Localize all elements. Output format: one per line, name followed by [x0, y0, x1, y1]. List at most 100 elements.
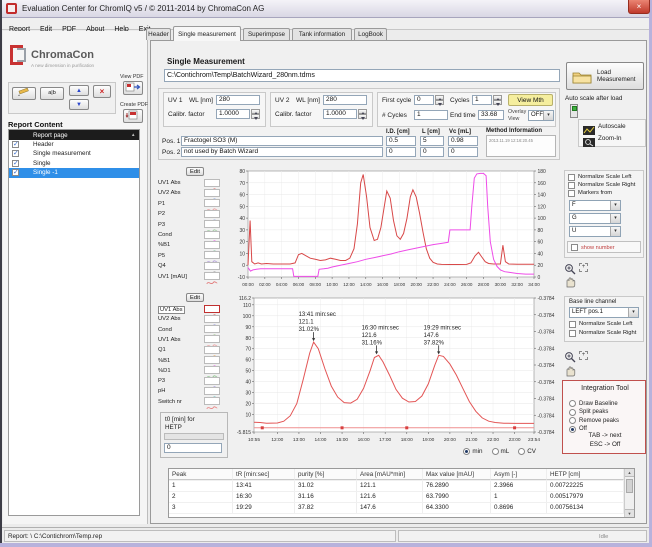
legend-curve-thumb[interactable] — [204, 387, 220, 395]
t0-slider[interactable] — [164, 433, 224, 440]
integration-option-draw-baseline[interactable]: Draw Baseline — [569, 395, 618, 403]
legend-label[interactable]: P1 — [158, 201, 165, 207]
report-row[interactable]: Header — [9, 140, 139, 149]
autoscale-button[interactable]: Autoscale — [583, 122, 643, 132]
legend-label[interactable]: UV1 [mAU] — [158, 274, 187, 280]
pos1-l-input[interactable]: 5 — [420, 136, 444, 146]
chart2-zoom-tool[interactable]: + — [564, 350, 594, 362]
uv2-cal-spinner[interactable] — [358, 109, 367, 119]
normalize-left-checkbox-1[interactable] — [568, 174, 575, 181]
view-pdf-button[interactable] — [123, 81, 143, 95]
markers-from-checkbox[interactable] — [568, 190, 575, 197]
legend-label[interactable]: %B1 — [158, 358, 170, 364]
legend-label[interactable]: pH — [158, 388, 165, 394]
tab-superimpose[interactable]: Superimpose — [243, 28, 290, 40]
pos1-vc-input[interactable]: 0.98 — [448, 136, 478, 146]
uv2-wl-input[interactable]: 280 — [323, 95, 367, 105]
move-up-button[interactable]: ▲ — [69, 85, 89, 96]
legend-curve-thumb[interactable] — [204, 241, 220, 249]
table-header-cell[interactable]: Area [mAU*min] — [357, 469, 423, 480]
table-row[interactable]: 216:3031.16121.663.799010.00517979 — [169, 492, 624, 503]
show-number-checkbox[interactable] — [571, 244, 578, 251]
pos2-l-input[interactable]: 0 — [420, 147, 444, 157]
legend-curve-thumb[interactable] — [204, 262, 220, 270]
scroll-up-icon[interactable]: ▲ — [625, 469, 634, 477]
chart1-edit-button[interactable]: Edit — [186, 167, 204, 176]
integration-option-remove-peaks[interactable]: Remove peaks — [569, 412, 619, 420]
table-header-cell[interactable]: Peak — [169, 469, 233, 480]
legend-curve-thumb[interactable] — [204, 305, 220, 313]
normalize-right-checkbox-1[interactable] — [568, 182, 575, 189]
legend-curve-thumb[interactable] — [204, 189, 220, 197]
legend-label[interactable]: Cond — [158, 327, 172, 333]
legend-curve-thumb[interactable] — [204, 366, 220, 374]
legend-curve-thumb[interactable] — [204, 356, 220, 364]
rename-report-item-button[interactable]: a|b — [40, 87, 64, 100]
report-row[interactable]: Single — [9, 159, 139, 168]
legend-label[interactable]: Cond — [158, 232, 172, 238]
tab-logbook[interactable]: LogBook — [354, 28, 387, 40]
integration-option-split-peaks[interactable]: Split peaks — [569, 404, 608, 412]
cycles-input[interactable]: 1 — [472, 95, 492, 105]
marker-channel-dropdown[interactable]: U▾ — [569, 226, 621, 237]
table-row[interactable]: 319:2937.82147.664.33000.86960.00756134 — [169, 503, 624, 514]
auto-scale-toggle[interactable] — [570, 104, 578, 118]
overlay-dropdown[interactable]: OFF▾ — [528, 110, 554, 121]
edit-report-item-button[interactable] — [12, 87, 36, 100]
view-mth-button[interactable]: View Mth — [508, 94, 553, 106]
legend-curve-thumb[interactable] — [204, 179, 220, 187]
scroll-down-icon[interactable]: ▼ — [625, 509, 634, 517]
t0-input[interactable]: 0 — [164, 443, 222, 453]
chart1-pan-tool[interactable] — [564, 275, 577, 287]
cycles-spinner[interactable] — [493, 95, 502, 105]
normalize-left-checkbox-2[interactable] — [569, 321, 576, 328]
legend-curve-thumb[interactable] — [204, 231, 220, 239]
row-checkbox[interactable] — [12, 150, 19, 157]
uv1-cal-input[interactable]: 1.0000 — [216, 109, 250, 119]
legend-curve-thumb[interactable] — [204, 397, 220, 405]
table-row[interactable]: 113:4131.02121.176.28902.39660.00722225 — [169, 481, 624, 492]
pos2-name-input[interactable]: not used by Batch Wizard — [181, 147, 383, 157]
marker-channel-dropdown[interactable]: F▾ — [569, 200, 621, 211]
tab-header[interactable]: Header — [146, 28, 171, 40]
row-checkbox[interactable] — [12, 141, 19, 148]
legend-label[interactable]: %D1 — [158, 368, 171, 374]
row-checkbox[interactable] — [12, 160, 19, 167]
legend-curve-thumb[interactable] — [204, 315, 220, 323]
legend-curve-thumb[interactable] — [204, 325, 220, 333]
table-header-cell[interactable]: Max value [mAU] — [423, 469, 491, 480]
table-header-cell[interactable]: HETP [cm] — [547, 469, 624, 480]
legend-label[interactable]: UV2 Abs — [158, 316, 181, 322]
legend-curve-thumb[interactable] — [204, 335, 220, 343]
delete-report-item-button[interactable]: × — [93, 85, 111, 98]
legend-label[interactable]: P5 — [158, 253, 165, 259]
chart1-zoom-tool[interactable]: + — [564, 262, 594, 274]
n-cycles-input[interactable]: 1 — [414, 110, 448, 120]
scroll-thumb[interactable] — [626, 479, 633, 493]
legend-label[interactable]: UV2 Abs — [158, 190, 181, 196]
marker-channel-dropdown[interactable]: G▾ — [569, 213, 621, 224]
uv1-wl-input[interactable]: 280 — [216, 95, 260, 105]
legend-label[interactable]: %B1 — [158, 242, 170, 248]
legend-label[interactable]: UV1 Abs — [158, 337, 181, 343]
row-checkbox[interactable] — [12, 169, 19, 176]
title-bar[interactable]: Evaluation Center for ChromIQ v5 / © 201… — [2, 0, 649, 18]
legend-label[interactable]: P3 — [158, 222, 165, 228]
report-row[interactable]: Single -1 — [9, 168, 139, 177]
legend-label[interactable]: P2 — [158, 211, 165, 217]
chart2-pan-tool[interactable] — [564, 364, 577, 376]
unit-option-min[interactable]: min — [463, 443, 482, 453]
legend-curve-thumb[interactable] — [204, 377, 220, 385]
legend-label[interactable]: Switch nr — [158, 399, 182, 405]
pos1-id-input[interactable]: 0.5 — [386, 136, 416, 146]
chart1-plot[interactable]: 00:0002:0004:0006:0008:0010:0012:0014:00… — [228, 166, 560, 292]
table-header-cell[interactable]: purity [%] — [295, 469, 357, 480]
unit-option-ml[interactable]: mL — [492, 443, 510, 453]
unit-option-cv[interactable]: CV — [518, 443, 536, 453]
legend-label[interactable]: UV1 Abs — [158, 180, 181, 186]
pos2-id-input[interactable]: 0 — [386, 147, 416, 157]
report-row[interactable]: Single measurement — [9, 149, 139, 158]
pos1-name-input[interactable]: Fractogel SO3 (M) — [181, 136, 383, 146]
tab-tank-information[interactable]: Tank information — [292, 28, 352, 40]
chart2-edit-button[interactable]: Edit — [186, 293, 204, 302]
